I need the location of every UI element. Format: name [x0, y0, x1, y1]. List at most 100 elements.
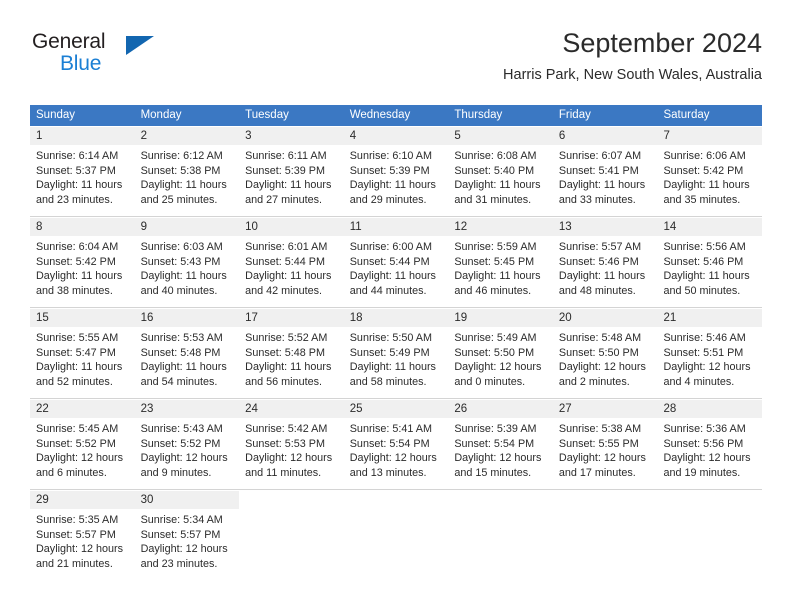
daylight-text: Daylight: 11 hours and 29 minutes.	[349, 179, 436, 206]
logo-text-general: General	[32, 30, 106, 53]
daylight-text: Daylight: 11 hours and 44 minutes.	[349, 270, 436, 297]
sunrise-text: Sunrise: 5:50 AM	[349, 332, 432, 344]
daylight-text: Daylight: 11 hours and 27 minutes.	[245, 179, 332, 206]
day-number[interactable]: 21	[657, 309, 763, 327]
day-number[interactable]: 8	[30, 218, 135, 236]
day-number[interactable]: 22	[30, 400, 135, 418]
day-cell[interactable]: Sunrise: 5:57 AM Sunset: 5:46 PM Dayligh…	[553, 236, 658, 307]
day-number[interactable]: 19	[448, 309, 553, 327]
day-number[interactable]: 4	[343, 127, 449, 145]
day-cell[interactable]: Sunrise: 5:45 AM Sunset: 5:52 PM Dayligh…	[30, 418, 135, 489]
day-number[interactable]: 15	[30, 309, 135, 327]
day-number[interactable]: 7	[657, 127, 763, 145]
day-cell[interactable]: Sunrise: 5:48 AM Sunset: 5:50 PM Dayligh…	[553, 327, 658, 398]
daylight-text: Daylight: 12 hours and 0 minutes.	[454, 361, 542, 388]
day-cell[interactable]: Sunrise: 6:07 AM Sunset: 5:41 PM Dayligh…	[553, 145, 658, 216]
day-cell[interactable]: Sunrise: 6:01 AM Sunset: 5:44 PM Dayligh…	[239, 236, 344, 307]
day-cell[interactable]: Sunrise: 6:11 AM Sunset: 5:39 PM Dayligh…	[239, 145, 344, 216]
weekday-header-wednesday: Wednesday	[349, 109, 411, 121]
week-day-details: Sunrise: 6:14 AM Sunset: 5:37 PM Dayligh…	[30, 145, 762, 217]
day-cell[interactable]: Sunrise: 6:12 AM Sunset: 5:38 PM Dayligh…	[135, 145, 240, 216]
sunset-text: Sunset: 5:49 PM	[349, 346, 430, 359]
day-cell[interactable]: Sunrise: 6:06 AM Sunset: 5:42 PM Dayligh…	[657, 145, 762, 216]
day-cell[interactable]: Sunrise: 5:49 AM Sunset: 5:50 PM Dayligh…	[448, 327, 553, 398]
day-cell[interactable]: Sunrise: 5:34 AM Sunset: 5:57 PM Dayligh…	[135, 509, 240, 580]
day-cell[interactable]: Sunrise: 5:35 AM Sunset: 5:57 PM Dayligh…	[30, 509, 135, 580]
sunset-text: Sunset: 5:55 PM	[558, 437, 639, 450]
day-cell[interactable]: Sunrise: 5:55 AM Sunset: 5:47 PM Dayligh…	[30, 327, 135, 398]
daylight-text: Daylight: 12 hours and 17 minutes.	[558, 452, 646, 479]
day-cell[interactable]: Sunrise: 5:50 AM Sunset: 5:49 PM Dayligh…	[344, 327, 449, 398]
sunset-text: Sunset: 5:50 PM	[558, 346, 639, 359]
day-cell[interactable]: Sunrise: 5:56 AM Sunset: 5:46 PM Dayligh…	[657, 236, 762, 307]
day-cell[interactable]: Sunrise: 5:52 AM Sunset: 5:48 PM Dayligh…	[239, 327, 344, 398]
sunset-text: Sunset: 5:48 PM	[140, 346, 221, 359]
sunset-text: Sunset: 5:45 PM	[454, 255, 535, 268]
daylight-text: Daylight: 12 hours and 9 minutes.	[140, 452, 228, 479]
day-number[interactable]: 5	[448, 127, 553, 145]
day-cell[interactable]: Sunrise: 5:39 AM Sunset: 5:54 PM Dayligh…	[448, 418, 553, 489]
calendar-week-row: 29 30 Sunrise: 5:35 AM Sunset: 5:57 PM D…	[30, 490, 763, 580]
day-cell[interactable]: Sunrise: 6:04 AM Sunset: 5:42 PM Dayligh…	[30, 236, 135, 307]
sunrise-text: Sunrise: 5:56 AM	[663, 241, 746, 253]
sunrise-text: Sunrise: 5:55 AM	[36, 332, 119, 344]
day-number[interactable]: 10	[239, 218, 344, 236]
day-number[interactable]: 28	[657, 400, 763, 418]
daylight-text: Daylight: 11 hours and 38 minutes.	[36, 270, 123, 297]
day-number[interactable]: 3	[239, 127, 344, 145]
day-cell[interactable]: Sunrise: 6:00 AM Sunset: 5:44 PM Dayligh…	[344, 236, 449, 307]
day-number[interactable]: 2	[134, 127, 240, 145]
day-cell[interactable]: Sunrise: 5:42 AM Sunset: 5:53 PM Dayligh…	[239, 418, 344, 489]
day-number[interactable]: 27	[552, 400, 658, 418]
sunrise-text: Sunrise: 5:34 AM	[140, 514, 223, 526]
day-cell[interactable]: Sunrise: 6:08 AM Sunset: 5:40 PM Dayligh…	[448, 145, 553, 216]
day-cell[interactable]: Sunrise: 6:03 AM Sunset: 5:43 PM Dayligh…	[135, 236, 240, 307]
day-number[interactable]: 24	[239, 400, 344, 418]
day-number-empty	[239, 491, 344, 509]
calendar-week-row: 8 9 10 11 12 13 14 Sunrise: 6:04 AM Suns…	[30, 217, 763, 308]
sunset-text: Sunset: 5:48 PM	[245, 346, 325, 359]
sunset-text: Sunset: 5:52 PM	[36, 437, 116, 450]
day-cell[interactable]: Sunrise: 5:53 AM Sunset: 5:48 PM Dayligh…	[135, 327, 240, 398]
sunrise-text: Sunrise: 6:14 AM	[36, 150, 119, 162]
weekday-header-saturday: Saturday	[663, 109, 710, 121]
day-number[interactable]: 12	[448, 218, 553, 236]
day-number[interactable]: 18	[343, 309, 449, 327]
day-cell[interactable]: Sunrise: 6:14 AM Sunset: 5:37 PM Dayligh…	[30, 145, 135, 216]
day-number[interactable]: 23	[134, 400, 240, 418]
day-number[interactable]: 13	[552, 218, 658, 236]
sunrise-text: Sunrise: 5:57 AM	[558, 241, 642, 253]
day-number[interactable]: 17	[239, 309, 344, 327]
sunset-text: Sunset: 5:37 PM	[36, 164, 116, 177]
sunset-text: Sunset: 5:51 PM	[663, 346, 744, 359]
day-cell[interactable]: Sunrise: 6:10 AM Sunset: 5:39 PM Dayligh…	[344, 145, 449, 216]
title-block: September 2024 Harris Park, New South Wa…	[503, 26, 762, 86]
day-number-empty	[657, 491, 763, 509]
day-number[interactable]: 1	[30, 127, 135, 145]
day-number[interactable]: 6	[552, 127, 658, 145]
day-number[interactable]: 20	[552, 309, 658, 327]
sunset-text: Sunset: 5:39 PM	[349, 164, 430, 177]
day-number[interactable]: 9	[134, 218, 240, 236]
general-blue-logo[interactable]: General Blue	[30, 30, 230, 86]
day-number-empty	[552, 491, 658, 509]
day-cell[interactable]: Sunrise: 5:46 AM Sunset: 5:51 PM Dayligh…	[657, 327, 762, 398]
day-cell[interactable]: Sunrise: 5:59 AM Sunset: 5:45 PM Dayligh…	[448, 236, 553, 307]
daylight-text: Daylight: 11 hours and 42 minutes.	[245, 270, 332, 297]
day-number[interactable]: 26	[448, 400, 553, 418]
day-cell[interactable]: Sunrise: 5:43 AM Sunset: 5:52 PM Dayligh…	[135, 418, 240, 489]
day-number[interactable]: 30	[134, 491, 240, 509]
sunrise-text: Sunrise: 5:46 AM	[663, 332, 746, 344]
day-cell[interactable]: Sunrise: 5:38 AM Sunset: 5:55 PM Dayligh…	[553, 418, 658, 489]
day-number[interactable]: 14	[657, 218, 763, 236]
daylight-text: Daylight: 12 hours and 6 minutes.	[36, 452, 124, 479]
day-number[interactable]: 25	[343, 400, 449, 418]
page-header: General Blue September 2024 Harris Park,…	[30, 26, 762, 98]
day-number[interactable]: 16	[134, 309, 240, 327]
day-number[interactable]: 11	[343, 218, 449, 236]
page-subtitle: Harris Park, New South Wales, Australia	[503, 67, 762, 83]
week-day-details: Sunrise: 6:04 AM Sunset: 5:42 PM Dayligh…	[30, 236, 762, 308]
day-number[interactable]: 29	[30, 491, 135, 509]
day-cell[interactable]: Sunrise: 5:41 AM Sunset: 5:54 PM Dayligh…	[344, 418, 449, 489]
day-cell[interactable]: Sunrise: 5:36 AM Sunset: 5:56 PM Dayligh…	[657, 418, 762, 489]
